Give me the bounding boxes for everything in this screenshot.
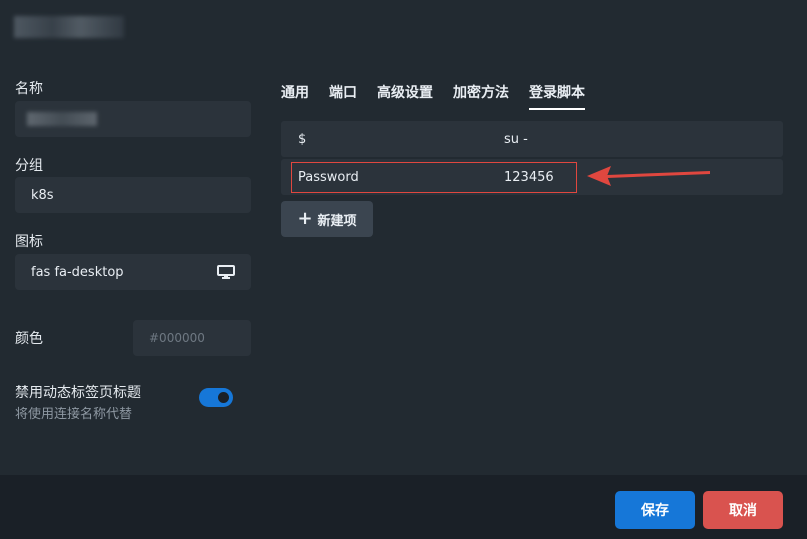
- group-value: k8s: [31, 187, 54, 203]
- save-button[interactable]: 保存: [615, 491, 695, 529]
- toggle-knob: [218, 392, 229, 403]
- color-label: 颜色: [15, 331, 43, 347]
- tab-general[interactable]: 通用: [281, 82, 309, 110]
- add-item-button[interactable]: + 新建项: [281, 201, 373, 237]
- name-label: 名称: [15, 81, 43, 97]
- window-title-redacted: [14, 16, 124, 38]
- icon-label: 图标: [15, 234, 43, 250]
- settings-tabs: 通用 端口 高级设置 加密方法 登录脚本: [281, 82, 605, 110]
- highlight-box: [291, 162, 577, 193]
- cancel-button[interactable]: 取消: [703, 491, 783, 529]
- disable-dynamic-title-hint: 将使用连接名称代替: [15, 407, 133, 422]
- color-placeholder: #000000: [149, 331, 205, 345]
- tab-login-script[interactable]: 登录脚本: [529, 82, 585, 110]
- expect-cell[interactable]: $: [298, 132, 306, 147]
- desktop-icon[interactable]: [217, 265, 235, 279]
- name-value-redacted: [27, 112, 97, 126]
- tab-encryption[interactable]: 加密方法: [453, 82, 509, 110]
- icon-field[interactable]: fas fa-desktop: [15, 254, 251, 290]
- tab-advanced[interactable]: 高级设置: [377, 82, 433, 110]
- send-cell[interactable]: su -: [504, 132, 528, 147]
- table-row[interactable]: $ su -: [281, 121, 783, 157]
- group-field[interactable]: k8s: [15, 177, 251, 213]
- red-arrow-annotation: [587, 166, 710, 186]
- tab-port[interactable]: 端口: [329, 82, 357, 110]
- plus-icon: +: [297, 208, 313, 229]
- disable-dynamic-title-toggle[interactable]: [199, 388, 233, 407]
- disable-dynamic-title-label: 禁用动态标签页标题: [15, 385, 141, 401]
- add-item-label: 新建项: [317, 213, 357, 229]
- icon-value: fas fa-desktop: [31, 264, 124, 280]
- name-field[interactable]: [15, 101, 251, 137]
- group-label: 分组: [15, 158, 43, 174]
- color-input[interactable]: #000000: [133, 320, 251, 356]
